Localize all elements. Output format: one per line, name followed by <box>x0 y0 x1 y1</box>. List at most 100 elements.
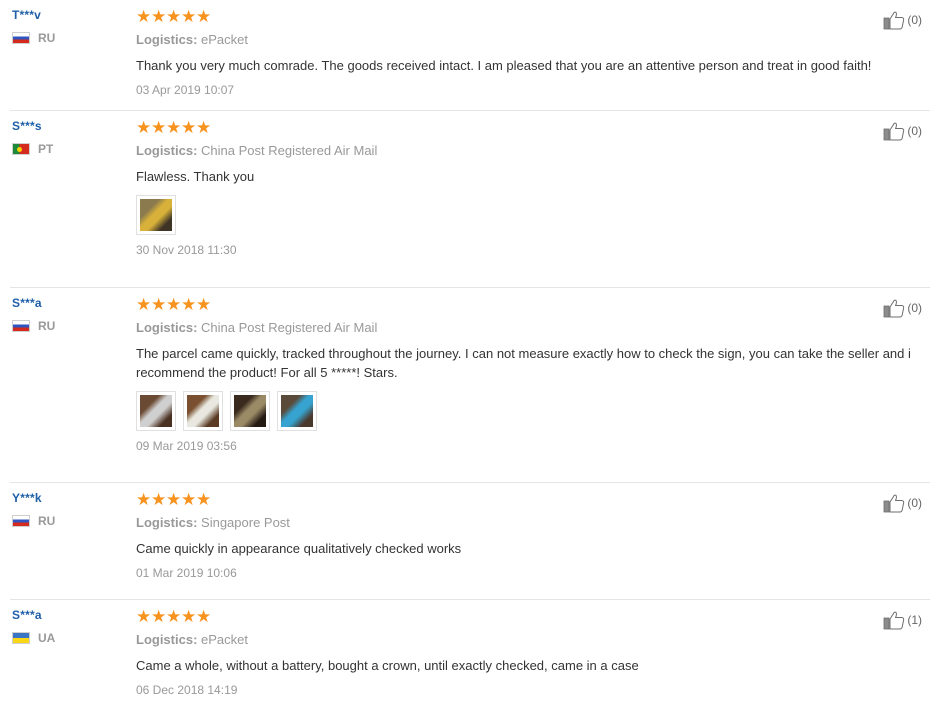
review-text: Thank you very much comrade. The goods r… <box>136 58 872 73</box>
logistics-info: Logistics: ePacket <box>136 32 926 47</box>
reviewer-info: Y***k RU <box>12 491 122 528</box>
reviewer-name: S***s <box>12 119 42 133</box>
logistics-value: China Post Registered Air Mail <box>201 320 378 335</box>
review-content: ★ ★ ★ ★ ★ Logistics: ePacket Came a whole, w… <box>136 608 926 697</box>
review-photo-thumbnail[interactable] <box>183 391 223 431</box>
review-text: Flawless. Thank you <box>136 169 255 184</box>
star-icon: ★ <box>136 7 152 26</box>
star-icon: ★ <box>166 607 182 626</box>
star-icon: ★ <box>166 490 182 509</box>
review-date: 03 Apr 2019 10:07 <box>136 83 235 97</box>
country-code: PT <box>38 142 54 156</box>
star-icon: ★ <box>151 490 167 509</box>
logistics-label: Logistics: <box>136 32 198 47</box>
logistics-value: ePacket <box>201 632 249 647</box>
logistics-label: Logistics: <box>136 320 198 335</box>
star-rating: ★ ★ ★ ★ ★ <box>136 491 926 508</box>
review-text: The parcel came quickly, tracked through… <box>136 346 911 380</box>
review-date: 06 Dec 2018 14:19 <box>136 683 238 697</box>
reviewer-country: RU <box>12 319 122 333</box>
star-icon: ★ <box>196 490 212 509</box>
logistics-value: ePacket <box>201 32 249 47</box>
star-rating: ★ ★ ★ ★ ★ <box>136 119 926 136</box>
star-icon: ★ <box>181 607 197 626</box>
star-icon: ★ <box>196 7 212 26</box>
star-icon: ★ <box>181 7 197 26</box>
reviewer-name: T***v <box>12 8 42 22</box>
logistics-label: Logistics: <box>136 632 198 647</box>
review-photo-thumbnail[interactable] <box>136 391 176 431</box>
star-icon: ★ <box>166 7 182 26</box>
reviewer-country: UA <box>12 631 122 645</box>
photo-image <box>281 395 313 427</box>
star-icon: ★ <box>181 490 197 509</box>
star-icon: ★ <box>166 295 182 314</box>
helpful-button[interactable]: (1) <box>883 610 922 630</box>
helpful-button[interactable]: (0) <box>883 10 922 30</box>
helpful-button[interactable]: (0) <box>883 298 922 318</box>
logistics-value: China Post Registered Air Mail <box>201 143 378 158</box>
helpful-button[interactable]: (0) <box>883 121 922 141</box>
logistics-info: Logistics: China Post Registered Air Mai… <box>136 143 926 158</box>
review-content: ★ ★ ★ ★ ★ Logistics: China Post Registered A… <box>136 296 926 453</box>
country-code: RU <box>38 31 56 45</box>
star-icon: ★ <box>136 118 152 137</box>
review-date: 30 Nov 2018 11:30 <box>136 243 237 257</box>
reviewer-name: Y***k <box>12 491 42 505</box>
review-text: Came a whole, without a battery, bought … <box>136 658 639 673</box>
reviewer-country: PT <box>12 142 122 156</box>
thumbs-up-icon <box>883 611 905 630</box>
review-photos <box>136 195 926 235</box>
reviewer-info: T***v RU <box>12 8 122 45</box>
thumbs-up-icon <box>883 494 905 513</box>
country-flag-icon <box>12 632 30 644</box>
review-content: ★ ★ ★ ★ ★ Logistics: ePacket Thank you very … <box>136 8 926 97</box>
review-content: ★ ★ ★ ★ ★ Logistics: China Post Registered A… <box>136 119 926 257</box>
thumbs-up-icon <box>883 299 905 318</box>
review-text: Came quickly in appearance qualitatively… <box>136 541 462 556</box>
country-flag-icon <box>12 32 30 44</box>
reviewer-info: S***a UA <box>12 608 122 645</box>
star-icon: ★ <box>151 295 167 314</box>
star-rating: ★ ★ ★ ★ ★ <box>136 8 926 25</box>
review-photos <box>136 391 926 431</box>
logistics-info: Logistics: ePacket <box>136 632 926 647</box>
star-icon: ★ <box>196 118 212 137</box>
review-photo-thumbnail[interactable] <box>136 195 176 235</box>
photo-image <box>140 199 172 231</box>
logistics-value: Singapore Post <box>201 515 290 530</box>
star-icon: ★ <box>136 490 152 509</box>
thumbs-up-icon <box>883 122 905 141</box>
review-content: ★ ★ ★ ★ ★ Logistics: Singapore Post Came qui… <box>136 491 926 580</box>
reviewer-name: S***a <box>12 608 42 622</box>
star-icon: ★ <box>181 295 197 314</box>
review-date: 09 Mar 2019 03:56 <box>136 439 237 453</box>
reviewer-country: RU <box>12 31 122 45</box>
reviewer-info: S***a RU <box>12 296 122 333</box>
country-code: UA <box>38 631 56 645</box>
reviewer-country: RU <box>12 514 122 528</box>
photo-image <box>234 395 266 427</box>
review-item: T***v RU ★ ★ ★ ★ ★ Logistics: ePacket Thank … <box>10 0 930 111</box>
review-item: S***a UA ★ ★ ★ ★ ★ Logistics: ePacket Came a… <box>10 600 930 711</box>
review-item: S***s PT ★ ★ ★ ★ ★ Logistics: China Post Reg… <box>10 111 930 288</box>
country-flag-icon <box>12 320 30 332</box>
review-photo-thumbnail[interactable] <box>277 391 317 431</box>
photo-image <box>140 395 172 427</box>
review-photo-thumbnail[interactable] <box>230 391 270 431</box>
reviewer-info: S***s PT <box>12 119 122 156</box>
review-item: S***a RU ★ ★ ★ ★ ★ Logistics: China Post Reg… <box>10 288 930 483</box>
logistics-label: Logistics: <box>136 143 198 158</box>
star-icon: ★ <box>181 118 197 137</box>
helpful-count: (0) <box>907 301 922 315</box>
review-item: Y***k RU ★ ★ ★ ★ ★ Logistics: Singapore Post… <box>10 483 930 600</box>
star-icon: ★ <box>151 7 167 26</box>
star-icon: ★ <box>136 607 152 626</box>
feedback-list: T***v RU ★ ★ ★ ★ ★ Logistics: ePacket Thank … <box>0 0 950 711</box>
country-flag-icon <box>12 143 30 155</box>
helpful-button[interactable]: (0) <box>883 493 922 513</box>
helpful-count: (0) <box>907 124 922 138</box>
logistics-info: Logistics: China Post Registered Air Mai… <box>136 320 926 335</box>
star-rating: ★ ★ ★ ★ ★ <box>136 608 926 625</box>
star-rating: ★ ★ ★ ★ ★ <box>136 296 926 313</box>
